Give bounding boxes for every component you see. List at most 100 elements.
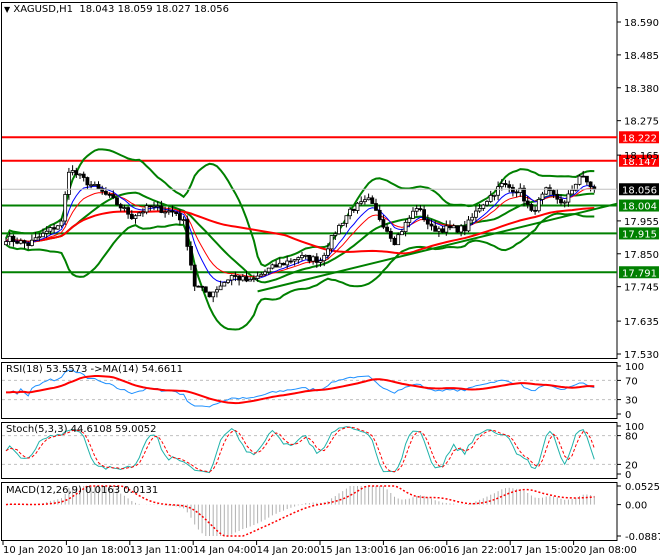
candle bbox=[466, 219, 471, 232]
candle bbox=[451, 225, 456, 229]
candle bbox=[559, 198, 563, 204]
candle bbox=[362, 199, 367, 203]
y-tick-label: 18.485 bbox=[624, 51, 659, 62]
candle bbox=[340, 222, 345, 226]
main-panel-frame bbox=[1, 2, 618, 359]
stoch-tick-label: 0 bbox=[625, 470, 631, 481]
candle bbox=[329, 235, 334, 250]
candle bbox=[115, 197, 119, 205]
candle bbox=[214, 289, 219, 293]
candle bbox=[555, 193, 560, 200]
candle bbox=[425, 219, 430, 225]
candle bbox=[229, 275, 234, 281]
candle bbox=[459, 225, 464, 233]
y-tick-label: 18.165 bbox=[624, 151, 659, 162]
y-tick-label: 17.745 bbox=[624, 283, 659, 294]
level-tag-text: 17.791 bbox=[622, 268, 657, 279]
candle bbox=[144, 205, 149, 213]
candle bbox=[551, 190, 556, 195]
candle bbox=[481, 204, 486, 209]
candle bbox=[544, 187, 549, 195]
y-tick-label: 18.590 bbox=[624, 18, 659, 29]
candle bbox=[67, 171, 71, 195]
candle bbox=[22, 240, 27, 244]
candle bbox=[155, 205, 160, 208]
x-tick-label: 16 Jan 22:00 bbox=[447, 545, 510, 556]
candle bbox=[436, 228, 441, 232]
candle bbox=[11, 235, 16, 243]
candle bbox=[292, 259, 297, 262]
candle bbox=[44, 230, 49, 234]
candle bbox=[318, 260, 323, 263]
candle bbox=[562, 201, 567, 204]
candle bbox=[148, 205, 153, 208]
candle bbox=[418, 208, 423, 211]
x-tick-label: 10 Jan 2020 bbox=[3, 545, 63, 556]
candle bbox=[473, 210, 478, 218]
x-tick-label: 10 Jan 18:00 bbox=[66, 545, 129, 556]
chart-header: ▼ XAGUSD,H1 18.043 18.059 18.027 18.056 bbox=[4, 4, 229, 15]
candle bbox=[444, 225, 449, 233]
candle bbox=[359, 201, 364, 204]
bollinger-upper bbox=[5, 148, 595, 268]
candle bbox=[122, 207, 127, 210]
rsi-label: RSI(18) 53.5573 ->MA(14) 54.6611 bbox=[6, 364, 183, 375]
macd-tick-label: 0.0525 bbox=[625, 482, 660, 493]
x-tick-label: 15 Jan 13:00 bbox=[320, 545, 383, 556]
candle bbox=[181, 219, 186, 222]
candle bbox=[277, 262, 282, 268]
candle bbox=[255, 275, 260, 279]
y-tick-label: 17.955 bbox=[624, 217, 659, 228]
x-tick-label: 16 Jan 06:00 bbox=[383, 545, 446, 556]
candle bbox=[29, 239, 34, 246]
candle bbox=[529, 204, 534, 211]
candle bbox=[211, 291, 216, 298]
candle bbox=[429, 223, 434, 227]
candle bbox=[207, 291, 212, 298]
chart-window: 18.222 18.147 18.004 17.915 17.791 18.056 18.5… bbox=[0, 0, 660, 560]
candle bbox=[311, 256, 316, 262]
candle bbox=[322, 254, 327, 262]
candle bbox=[126, 207, 130, 215]
candle bbox=[477, 208, 482, 212]
candle bbox=[388, 230, 393, 239]
candle bbox=[240, 276, 245, 281]
current-price-text: 18.056 bbox=[622, 185, 657, 196]
candle bbox=[285, 260, 290, 266]
candle bbox=[33, 237, 38, 241]
x-tick-label: 20 Jan 08:00 bbox=[574, 545, 637, 556]
candle bbox=[63, 194, 68, 222]
candle bbox=[414, 208, 419, 212]
x-tick-label: 14 Jan 20:00 bbox=[257, 545, 320, 556]
candle bbox=[41, 232, 45, 238]
candle bbox=[366, 197, 371, 201]
candle bbox=[248, 279, 253, 282]
collapse-triangle-icon[interactable]: ▼ bbox=[4, 5, 10, 14]
candle bbox=[26, 242, 31, 246]
candle bbox=[288, 260, 293, 263]
candle bbox=[296, 257, 301, 261]
candle bbox=[263, 271, 267, 275]
candle bbox=[499, 183, 504, 188]
x-tick-label: 17 Jan 15:00 bbox=[510, 545, 573, 556]
candle bbox=[104, 190, 108, 195]
candle bbox=[588, 181, 593, 188]
candle bbox=[107, 193, 112, 196]
candle bbox=[233, 275, 238, 277]
y-tick-label: 17.635 bbox=[624, 317, 659, 328]
y-tick-label: 18.275 bbox=[624, 117, 659, 128]
candle bbox=[52, 227, 56, 230]
candle bbox=[85, 177, 90, 186]
candle bbox=[407, 217, 412, 223]
candle bbox=[111, 194, 116, 199]
candle bbox=[218, 285, 223, 291]
candle bbox=[470, 216, 475, 221]
candle bbox=[433, 225, 438, 232]
rsi-tick-label: 30 bbox=[625, 396, 638, 407]
candle bbox=[396, 234, 401, 246]
candle bbox=[370, 197, 375, 204]
x-tick-label: 14 Jan 04:00 bbox=[193, 545, 256, 556]
candle bbox=[170, 210, 175, 213]
candle bbox=[314, 256, 319, 263]
candle bbox=[226, 279, 230, 283]
